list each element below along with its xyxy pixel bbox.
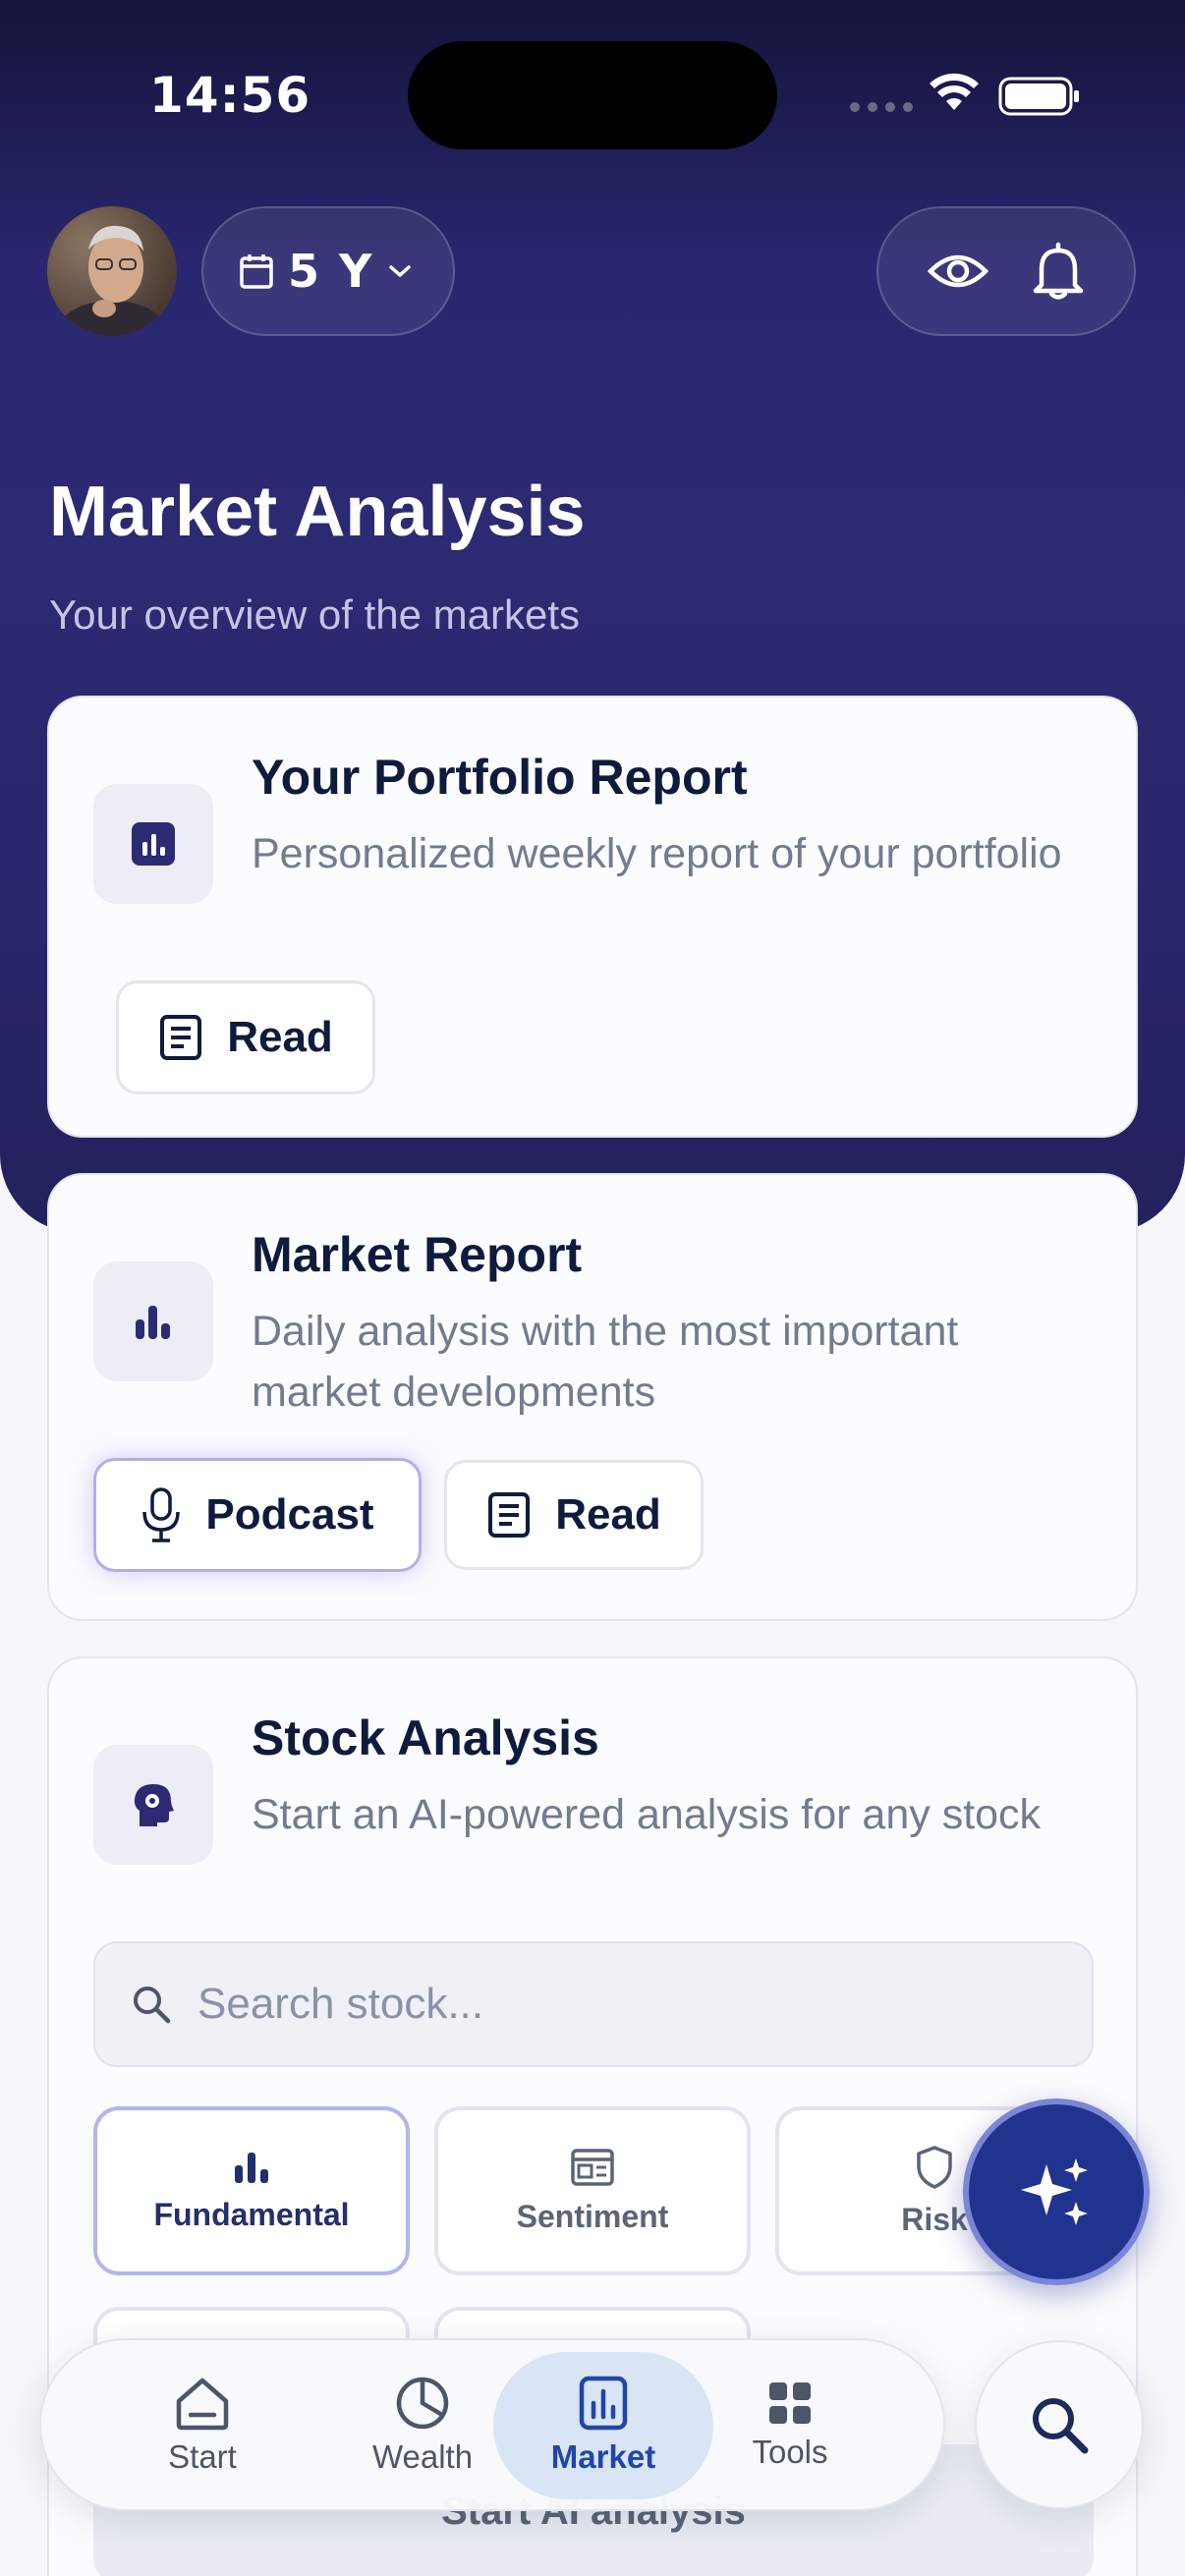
tab-tools-label: Tools <box>752 2434 828 2470</box>
market-read-button[interactable]: Read <box>444 1460 704 1570</box>
tab-start[interactable]: Start <box>92 2352 312 2499</box>
newspaper-icon <box>571 2148 614 2186</box>
status-time: 14:56 <box>149 67 311 124</box>
search-icon <box>134 1987 171 2024</box>
risk-label: Risk <box>901 2201 968 2237</box>
tab-wealth-label: Wealth <box>371 2438 474 2475</box>
wifi-icon <box>930 73 979 110</box>
profile-photo <box>47 206 177 336</box>
market-report-description: Daily analysis with the most important m… <box>252 1308 959 1416</box>
sparkles-icon <box>1021 2158 1088 2225</box>
shield-icon <box>917 2145 952 2189</box>
chevron-down-icon <box>389 265 412 277</box>
analysis-type-fundamental[interactable]: Fundamental <box>93 2106 410 2275</box>
tab-market-label: Market <box>550 2438 656 2475</box>
analysis-type-sentiment[interactable]: Sentiment <box>434 2106 751 2275</box>
fundamental-label: Fundamental <box>153 2196 350 2232</box>
page-title: Market Analysis <box>49 473 586 551</box>
portfolio-report-card[interactable]: Your Portfolio Report Personalized weekl… <box>47 696 1138 1138</box>
ai-assistant-button[interactable] <box>963 2099 1150 2285</box>
page-subtitle: Your overview of the markets <box>49 591 581 638</box>
microphone-icon <box>142 1487 181 1542</box>
podcast-button[interactable]: Podcast <box>93 1458 422 1572</box>
stock-analysis-description: Start an AI-powered analysis for any sto… <box>252 1791 1042 1838</box>
bar-chart-icon <box>136 1306 170 1339</box>
document-icon <box>488 1492 531 1538</box>
sentiment-label: Sentiment <box>516 2198 669 2234</box>
tab-tools[interactable]: Tools <box>680 2352 900 2499</box>
tab-start-label: Start <box>168 2438 237 2475</box>
podcast-label: Podcast <box>205 1490 374 1539</box>
market-chart-icon <box>579 2376 628 2431</box>
read-label: Read <box>227 1013 333 1061</box>
header-actions <box>876 206 1136 336</box>
bell-icon[interactable] <box>1032 242 1085 301</box>
signal-icon <box>850 102 913 112</box>
search-icon <box>1033 2398 1089 2454</box>
stock-icon-box <box>93 1745 213 1865</box>
bar-chart-icon <box>235 2152 268 2183</box>
bar-chart-square-icon <box>132 822 175 866</box>
market-icon-box <box>93 1261 213 1381</box>
period-selector[interactable]: 5 Y <box>201 206 455 336</box>
portfolio-report-title: Your Portfolio Report <box>252 750 748 805</box>
document-icon <box>160 1015 202 1060</box>
grid-icon <box>769 2382 811 2424</box>
battery-icon <box>998 77 1079 116</box>
dynamic-island <box>408 41 777 149</box>
home-icon <box>176 2378 229 2431</box>
avatar[interactable] <box>47 206 177 336</box>
ai-head-icon <box>134 1784 174 1826</box>
global-search-button[interactable] <box>975 2340 1144 2509</box>
eye-icon[interactable] <box>928 250 988 293</box>
market-report-title: Market Report <box>252 1227 583 1282</box>
read-label: Read <box>555 1490 661 1539</box>
portfolio-read-button[interactable]: Read <box>116 980 375 1094</box>
tab-bar: Start Wealth Market Tools <box>39 2338 945 2511</box>
portfolio-report-description: Personalized weekly report of your portf… <box>252 830 1062 877</box>
stock-search-input[interactable] <box>198 1980 1043 2029</box>
stock-analysis-title: Stock Analysis <box>252 1710 599 1765</box>
period-label: 5 Y <box>288 245 374 298</box>
pie-chart-icon <box>396 2377 449 2430</box>
report-icon-box <box>93 784 213 904</box>
stock-search-field[interactable] <box>93 1941 1094 2067</box>
market-report-card[interactable]: Market Report Daily analysis with the mo… <box>47 1173 1138 1621</box>
calendar-icon <box>240 254 273 289</box>
